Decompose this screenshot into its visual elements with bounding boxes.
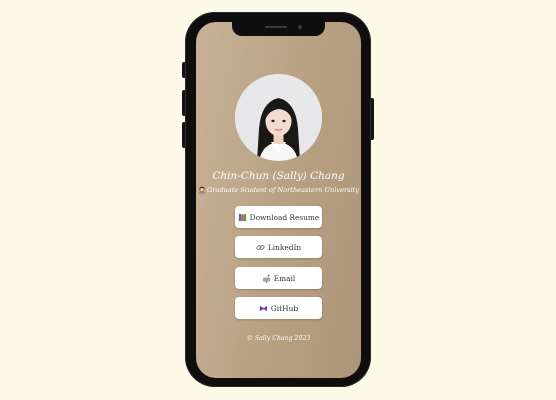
github-button[interactable]: GitHub [235, 297, 322, 319]
github-label: GitHub [270, 303, 299, 313]
speaker-grille [265, 26, 287, 28]
profile-photo [235, 74, 322, 161]
link-icon [256, 244, 265, 250]
linkedin-label: LinkedIn [267, 242, 302, 252]
books-icon [238, 213, 246, 221]
linkedin-button[interactable]: LinkedIn [235, 236, 322, 258]
footer-copyright: © Sally Chang 2023 [246, 335, 311, 342]
mailbox-icon [262, 274, 270, 283]
email-label: Email [273, 273, 296, 283]
phone-screen: Chin-Chun (Sally) Chang Graduate Student… [196, 22, 361, 378]
profile-name: Chin-Chun (Sally) Chang [212, 170, 345, 182]
front-camera [298, 25, 302, 29]
page: Chin-Chun (Sally) Chang Graduate Student… [0, 0, 556, 400]
profile-subtitle: Graduate Student of Northeastern Univers… [196, 186, 361, 194]
portrait-image [235, 74, 322, 161]
ribbon-bow-icon [259, 305, 268, 311]
phone-notch [232, 22, 325, 36]
woman-technologist-icon [199, 186, 205, 194]
download-resume-label: Download Resume [249, 212, 320, 222]
email-button[interactable]: Email [235, 267, 322, 289]
subtitle-text: Graduate Student of Northeastern Univers… [206, 186, 360, 194]
download-resume-button[interactable]: Download Resume [235, 206, 322, 228]
